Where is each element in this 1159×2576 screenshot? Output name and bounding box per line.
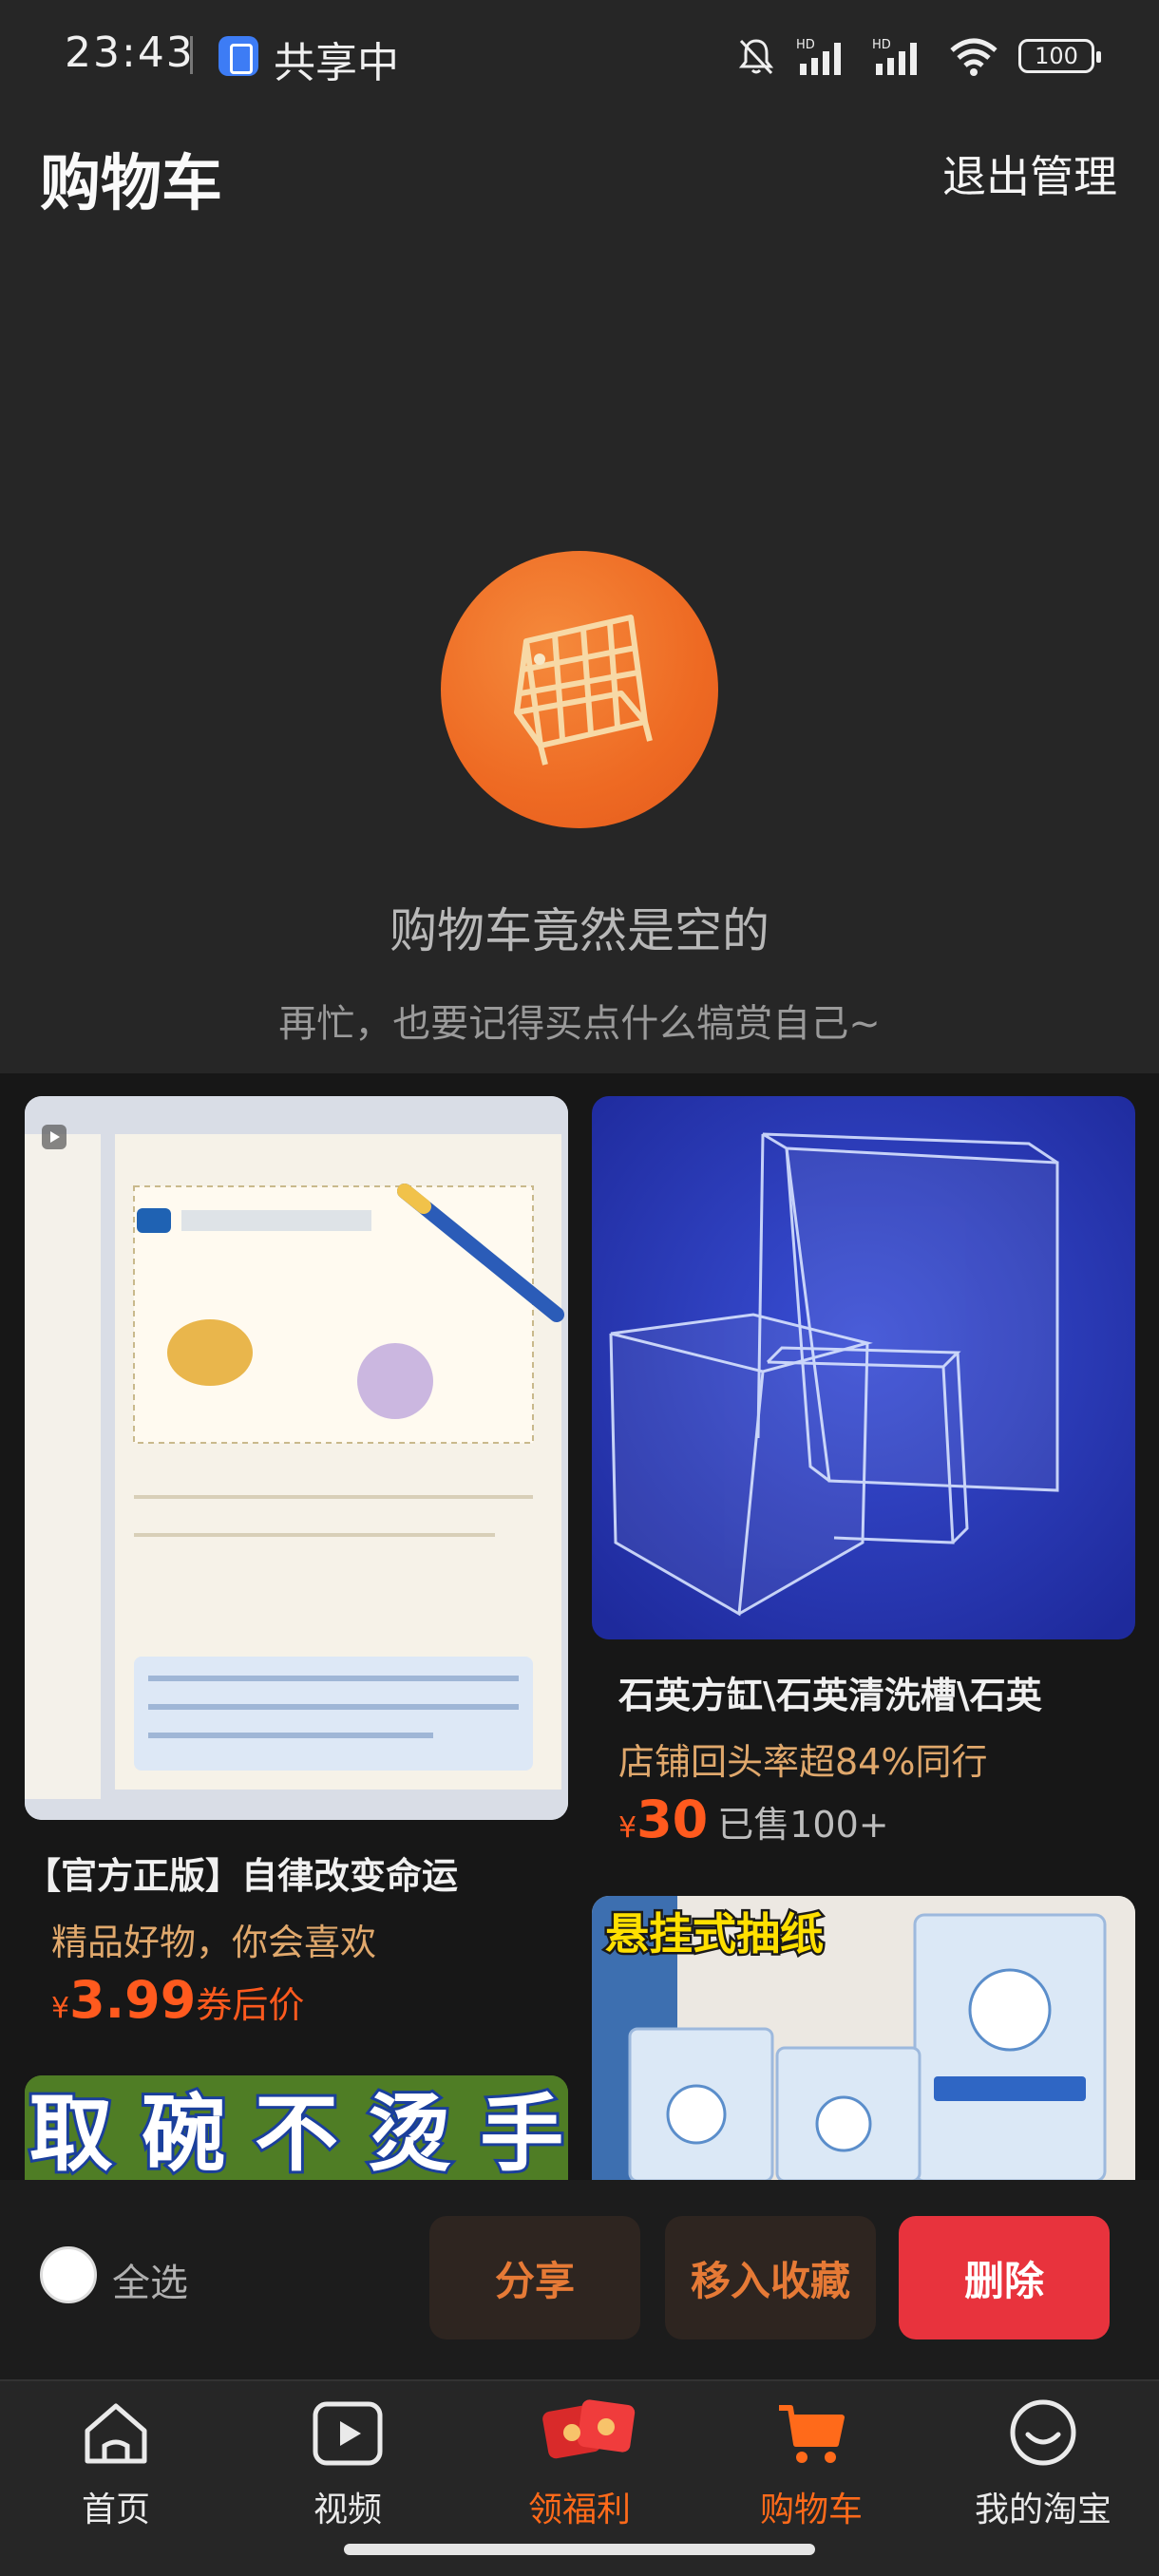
status-time: 23:43: [65, 28, 195, 77]
svg-text:HD: HD: [796, 38, 815, 52]
cart-icon: [779, 2405, 845, 2463]
empty-cart-icon: [441, 551, 718, 828]
tab-home-label: 首页: [81, 2491, 150, 2529]
product-image-book[interactable]: [25, 1096, 568, 1820]
product-price: ¥3.99券后价: [51, 1970, 304, 2030]
product-title[interactable]: 石英方缸\石英清洗槽\石英: [618, 1666, 1131, 1718]
cart-action-bar: 全选 分享 移入收藏 删除: [0, 2180, 1159, 2379]
home-icon: [85, 2403, 147, 2464]
red-envelope-icon: [542, 2399, 636, 2459]
tab-welfare[interactable]: 领福利: [484, 2395, 674, 2537]
delete-button[interactable]: 删除: [899, 2216, 1110, 2339]
screen-share-icon: [218, 36, 258, 76]
tab-home[interactable]: 首页: [21, 2395, 211, 2537]
sharing-status: 共享中: [274, 39, 399, 87]
empty-cart-subtitle: 再忙，也要记得买点什么犒赏自己~: [278, 1002, 881, 1046]
status-bar: 23:43 共享中 HD HD 100: [0, 0, 1159, 114]
tab-video-label: 视频: [313, 2491, 382, 2529]
tab-cart[interactable]: 购物车: [716, 2395, 906, 2537]
price-symbol: ¥: [51, 1992, 70, 2025]
home-indicator[interactable]: [344, 2544, 815, 2555]
page-title: 购物车: [40, 149, 222, 219]
price-value: 30: [636, 1790, 709, 1849]
product-image-bowl[interactable]: 取 碗 不 烫 手: [25, 2075, 568, 2180]
tab-my-taobao-label: 我的淘宝: [974, 2491, 1112, 2529]
tab-my-taobao[interactable]: 我的淘宝: [948, 2395, 1138, 2537]
status-icons: HD HD 100: [735, 32, 1101, 80]
mute-bell-icon: [738, 39, 774, 75]
product-image-quartz-tank[interactable]: [592, 1096, 1135, 1639]
product-tag: 店铺回头率超84%同行: [618, 1741, 988, 1783]
price-suffix: 券后价: [196, 1984, 305, 2026]
product-card[interactable]: 取 碗 不 烫 手: [25, 2075, 568, 2180]
battery-icon: 100: [1018, 39, 1101, 73]
product-card[interactable]: 石英方缸\石英清洗槽\石英 店铺回头率超84%同行 ¥30 已售100+: [592, 1096, 1135, 1856]
select-all-label[interactable]: 全选: [112, 2252, 188, 2307]
product-card[interactable]: 【官方正版】自律改变命运 精品好物，你会喜欢 ¥3.99券后价: [25, 1096, 568, 2074]
product-image-tissue[interactable]: 悬挂式抽纸: [592, 1896, 1135, 2180]
bowl-banner-text: 取 碗 不 烫 手: [29, 2085, 564, 2180]
video-icon: [313, 2401, 383, 2466]
product-card[interactable]: 悬挂式抽纸: [592, 1896, 1135, 2180]
empty-cart-state: 购物车竟然是空的 再忙，也要记得买点什么犒赏自己~: [0, 237, 1159, 1073]
wifi-icon: [950, 38, 998, 76]
select-all-radio[interactable]: [40, 2246, 97, 2303]
share-button[interactable]: 分享: [429, 2216, 640, 2339]
smile-icon: [1010, 2399, 1076, 2466]
exit-manage-button[interactable]: 退出管理: [942, 142, 1117, 205]
svg-text:HD: HD: [872, 38, 891, 52]
price-value: 3.99: [69, 1970, 197, 2030]
tab-cart-label: 购物车: [759, 2491, 863, 2529]
product-tag: 精品好物，你会喜欢: [51, 1922, 377, 1963]
tissue-banner-text: 悬挂式抽纸: [605, 1908, 824, 1960]
tab-welfare-label: 领福利: [527, 2491, 631, 2529]
signal-icon-2: HD: [872, 38, 917, 75]
empty-cart-title: 购物车竟然是空的: [390, 903, 770, 958]
price-symbol: ¥: [618, 1811, 637, 1845]
product-price: ¥30 已售100+: [618, 1790, 889, 1849]
move-to-favorites-button[interactable]: 移入收藏: [665, 2216, 876, 2339]
tab-video[interactable]: 视频: [253, 2395, 443, 2537]
sold-count: 已售100+: [717, 1804, 889, 1846]
product-title[interactable]: 【官方正版】自律改变命运: [25, 1847, 568, 1899]
signal-icon-1: HD: [796, 38, 841, 75]
recommendation-feed[interactable]: 【官方正版】自律改变命运 精品好物，你会喜欢 ¥3.99券后价 取 碗 不 烫 …: [0, 1073, 1159, 2180]
status-divider: [190, 36, 193, 74]
page-header: 购物车 退出管理: [0, 114, 1159, 237]
